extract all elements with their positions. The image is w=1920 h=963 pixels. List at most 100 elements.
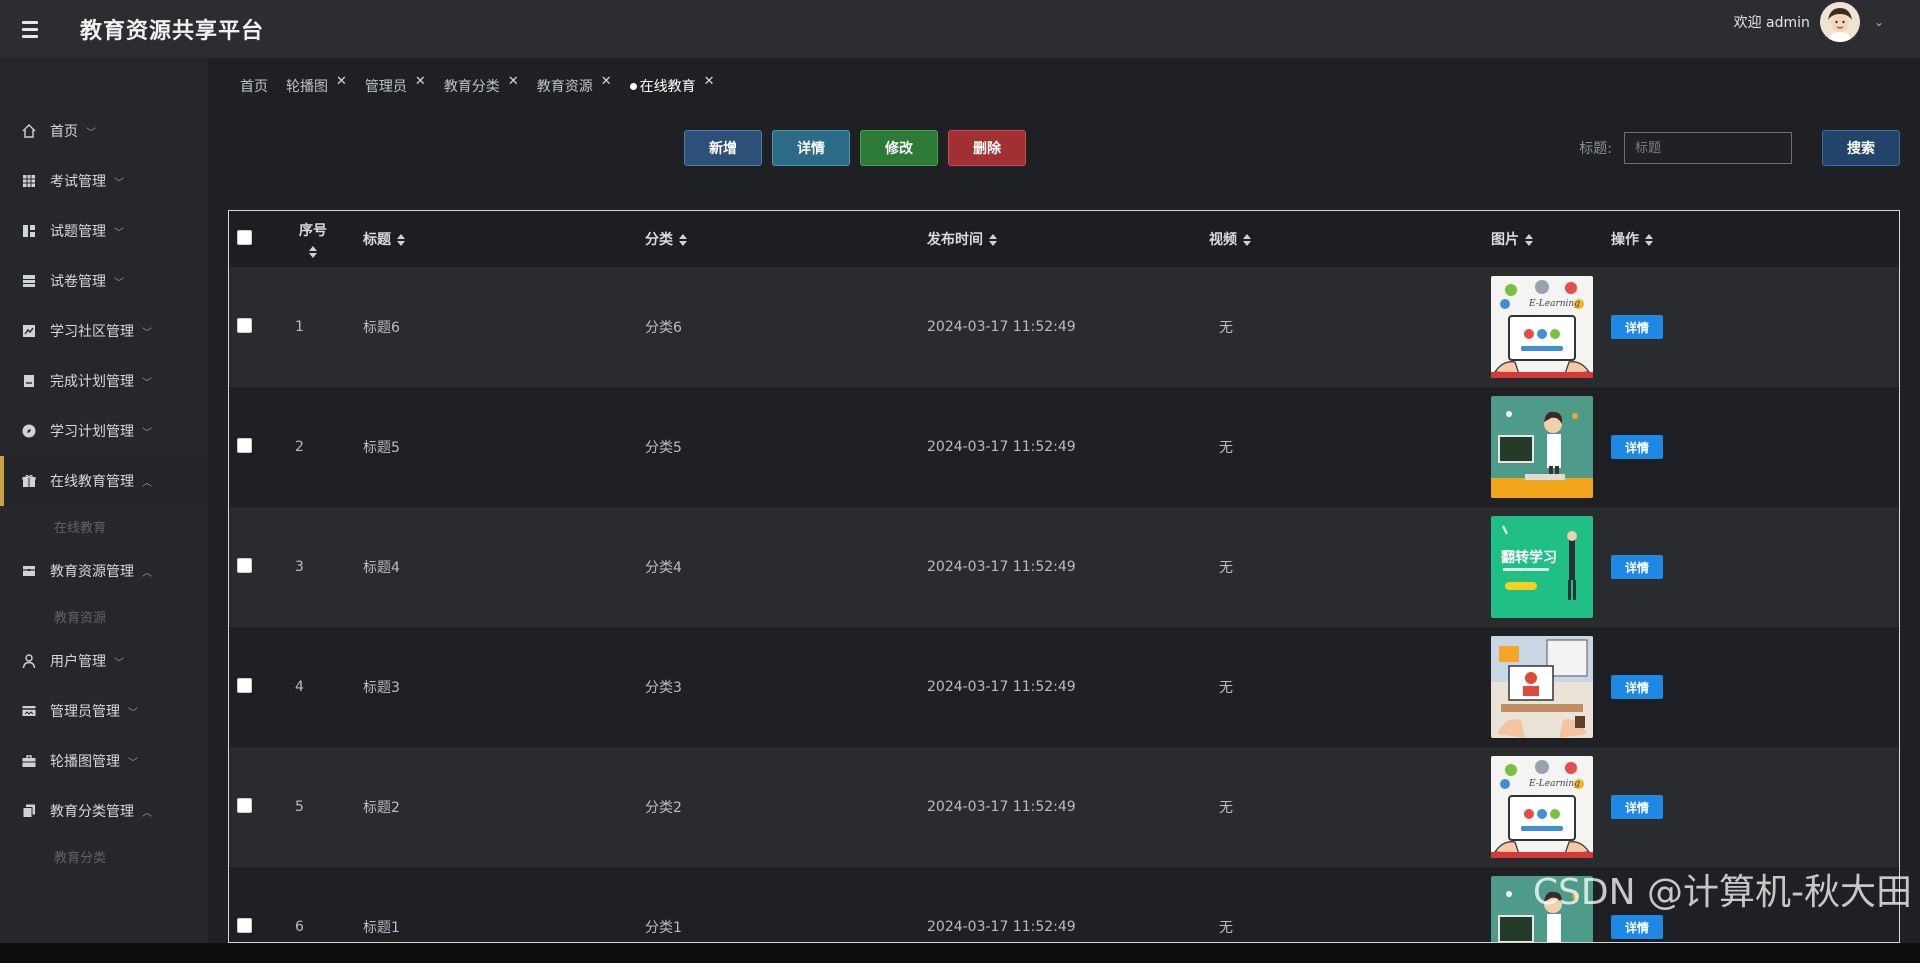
toolbar: 新增 详情 修改 删除 [684, 130, 1026, 166]
cell-image [1491, 627, 1611, 747]
select-all-checkbox[interactable] [237, 229, 252, 245]
sidebar-item[interactable]: 在线教育管理 ︿ [0, 456, 208, 506]
box-icon [20, 563, 38, 579]
sidebar-subitem[interactable]: 教育分类 [0, 836, 208, 876]
row-checkbox[interactable] [237, 797, 252, 813]
chevron-down-icon: ﹀ [114, 177, 124, 189]
compass-icon [20, 423, 38, 439]
sidebar-item[interactable]: 考试管理 ﹀ [0, 156, 208, 206]
row-detail-button[interactable]: 详情 [1611, 435, 1663, 459]
sidebar-item[interactable]: 轮播图管理 ﹀ [0, 736, 208, 786]
close-icon[interactable]: ✕ [336, 74, 347, 89]
table-header-row: 序号 标题 分类 发布时间 视频 图片 操作 [229, 211, 1899, 267]
detail-button[interactable]: 详情 [772, 130, 850, 166]
sidebar: 首页 ﹀ 考试管理 ﹀ 试题管理 ﹀ 试卷管理 ﹀ 学习社区管理 ﹀ 完成计划管理 ﹀ 学习计划管理 ﹀ 在… [0, 58, 208, 943]
row-select-cell [229, 507, 293, 627]
header-action[interactable]: 操作 [1611, 211, 1899, 267]
row-detail-button[interactable]: 详情 [1611, 675, 1663, 699]
row-detail-button[interactable]: 详情 [1611, 915, 1663, 939]
cell-time: 2024-03-17 11:52:49 [927, 439, 1076, 455]
doc-icon [20, 373, 38, 389]
sidebar-item[interactable]: 试题管理 ﹀ [0, 206, 208, 256]
menu-toggle-icon[interactable] [22, 20, 62, 38]
sidebar-item[interactable]: 管理员管理 ﹀ [0, 686, 208, 736]
sidebar-item[interactable]: 用户管理 ﹀ [0, 636, 208, 686]
sidebar-item-label: 试题管理 [50, 224, 106, 240]
cell-title: 标题5 [363, 440, 400, 456]
tab-label: 教育资源 [536, 79, 593, 95]
chevron-up-icon: ︿ [142, 807, 152, 819]
chevron-up-icon: ︿ [142, 477, 152, 489]
header-index[interactable]: 序号 [293, 211, 363, 267]
tab[interactable]: 首页 [240, 72, 268, 100]
header-category[interactable]: 分类 [645, 211, 927, 267]
sidebar-item[interactable]: 教育资源管理 ︿ [0, 546, 208, 596]
database-icon [20, 273, 38, 289]
close-icon[interactable]: ✕ [704, 74, 715, 89]
sort-icon[interactable] [397, 234, 405, 246]
table-row[interactable]: 5 标题2 分类2 2024-03-17 11:52:49 无 E-Learning 详情 [229, 747, 1899, 867]
delete-button[interactable]: 删除 [948, 130, 1026, 166]
chevron-down-icon: ﹀ [128, 707, 138, 719]
sidebar-item-label: 在线教育管理 [50, 474, 134, 490]
sidebar-item[interactable]: 试卷管理 ﹀ [0, 256, 208, 306]
header-time[interactable]: 发布时间 [927, 211, 1209, 267]
tab[interactable]: 教育资源 ✕ [537, 72, 612, 100]
sidebar-item[interactable]: 教育分类管理 ︿ [0, 786, 208, 836]
cell-video: 无 [1219, 320, 1233, 336]
cell-index: 6 [295, 919, 304, 935]
tab[interactable]: 在线教育 ✕ [629, 72, 715, 100]
sidebar-item-label: 用户管理 [50, 654, 106, 670]
row-detail-button[interactable]: 详情 [1611, 555, 1663, 579]
sort-icon[interactable] [309, 246, 317, 258]
sidebar-item[interactable]: 学习计划管理 ﹀ [0, 406, 208, 456]
table-row[interactable]: 4 标题3 分类3 2024-03-17 11:52:49 无 详情 [229, 627, 1899, 747]
grid-icon [20, 173, 38, 189]
table-row[interactable]: 2 标题5 分类5 2024-03-17 11:52:49 无 详情 [229, 387, 1899, 507]
cell-action: 详情 [1611, 387, 1899, 507]
add-button[interactable]: 新增 [684, 130, 762, 166]
edit-button[interactable]: 修改 [860, 130, 938, 166]
row-checkbox[interactable] [237, 917, 252, 933]
search-input[interactable] [1624, 132, 1792, 164]
table-row[interactable]: 3 标题4 分类4 2024-03-17 11:52:49 无 翻转学习 详情 [229, 507, 1899, 627]
watermark: CSDN @计算机-秋大田 [1532, 872, 1912, 913]
sidebar-item[interactable]: 学习社区管理 ﹀ [0, 306, 208, 356]
sidebar-subitem[interactable]: 教育资源 [0, 596, 208, 636]
sidebar-item[interactable]: 首页 ﹀ [0, 106, 208, 156]
cell-time: 2024-03-17 11:52:49 [927, 319, 1076, 335]
avatar[interactable] [1819, 2, 1860, 42]
thumbnail-image: E-Learning [1491, 276, 1593, 378]
row-checkbox[interactable] [237, 437, 252, 453]
row-checkbox[interactable] [237, 557, 252, 573]
sort-icon[interactable] [989, 234, 997, 246]
header-title[interactable]: 标题 [363, 211, 645, 267]
header-image[interactable]: 图片 [1491, 211, 1611, 267]
row-detail-button[interactable]: 详情 [1611, 315, 1663, 339]
close-icon[interactable]: ✕ [415, 74, 426, 89]
row-checkbox[interactable] [237, 317, 252, 333]
tab[interactable]: 轮播图 ✕ [286, 72, 347, 100]
home-icon [20, 123, 38, 139]
search-button[interactable]: 搜索 [1822, 130, 1900, 166]
row-checkbox[interactable] [237, 677, 252, 693]
sidebar-item[interactable]: 完成计划管理 ﹀ [0, 356, 208, 406]
close-icon[interactable]: ✕ [601, 74, 612, 89]
sidebar-item-label: 考试管理 [50, 174, 106, 190]
table-row[interactable]: 1 标题6 分类6 2024-03-17 11:52:49 无 E-Learning 详情 [229, 267, 1899, 387]
sort-icon[interactable] [1645, 234, 1653, 246]
tab[interactable]: 教育分类 ✕ [444, 72, 519, 100]
header-time-label: 发布时间 [927, 232, 983, 248]
sort-icon[interactable] [679, 234, 687, 246]
close-icon[interactable]: ✕ [508, 74, 519, 89]
header-video[interactable]: 视频 [1209, 211, 1491, 267]
chevron-down-icon[interactable]: ⌄ [1874, 15, 1884, 29]
row-select-cell [229, 267, 293, 387]
sort-icon[interactable] [1243, 234, 1251, 246]
cell-category: 分类3 [645, 680, 682, 696]
sort-icon[interactable] [1525, 234, 1533, 246]
sidebar-subitem[interactable]: 在线教育 [0, 506, 208, 546]
row-detail-button[interactable]: 详情 [1611, 795, 1663, 819]
tab[interactable]: 管理员 ✕ [365, 72, 426, 100]
thumbnail-image [1491, 396, 1593, 498]
